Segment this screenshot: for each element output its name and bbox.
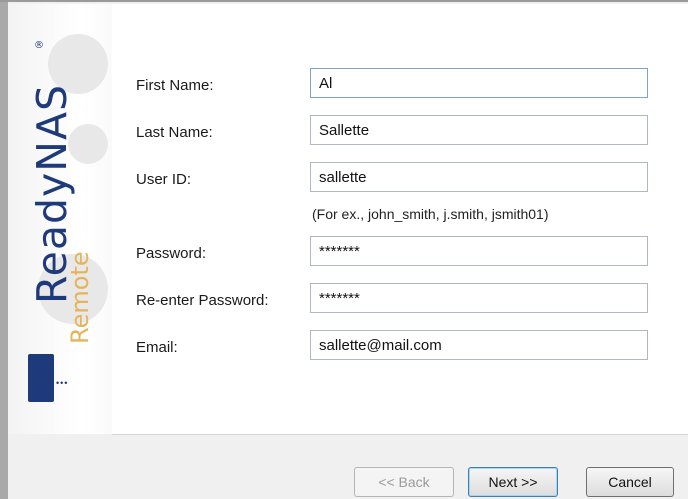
- last-name-label: Last Name:: [136, 124, 213, 141]
- window-frame-left: [0, 2, 8, 499]
- back-button[interactable]: << Back: [354, 467, 454, 497]
- email-row: Email:: [112, 330, 688, 362]
- user-id-row: User ID:: [112, 162, 688, 194]
- form-panel: First Name: Last Name: User ID: (For ex.…: [112, 4, 688, 434]
- first-name-field[interactable]: [310, 68, 648, 98]
- first-name-row: First Name:: [112, 68, 688, 100]
- cancel-button[interactable]: Cancel: [586, 467, 674, 497]
- password-row: Password:: [112, 236, 688, 268]
- footer-divider: [112, 434, 688, 435]
- wizard-window: ® ReadyNAS Remote ••• First Name: Last N…: [0, 0, 688, 499]
- password-field[interactable]: [310, 236, 648, 266]
- email-field[interactable]: [310, 330, 648, 360]
- password-label: Password:: [136, 245, 207, 262]
- user-id-field[interactable]: [310, 162, 648, 192]
- reenter-password-field[interactable]: [310, 283, 648, 313]
- sidebar-logo-panel: ® ReadyNAS Remote •••: [8, 4, 112, 434]
- next-button[interactable]: Next >>: [468, 467, 558, 497]
- user-id-label: User ID:: [136, 171, 192, 188]
- email-label: Email:: [136, 339, 178, 356]
- reenter-password-row: Re-enter Password:: [112, 283, 688, 315]
- last-name-field[interactable]: [310, 115, 648, 145]
- last-name-row: Last Name:: [112, 115, 688, 147]
- nas-device-icon: [28, 354, 54, 402]
- logo-registered-mark: ®: [34, 40, 44, 51]
- logo-remote-text: Remote: [66, 251, 94, 344]
- reenter-password-label: Re-enter Password:: [136, 292, 269, 309]
- logo-dots-icon: •••: [56, 378, 69, 388]
- user-id-hint: (For ex., john_smith, j.smith, jsmith01): [312, 206, 549, 222]
- first-name-label: First Name:: [136, 77, 214, 94]
